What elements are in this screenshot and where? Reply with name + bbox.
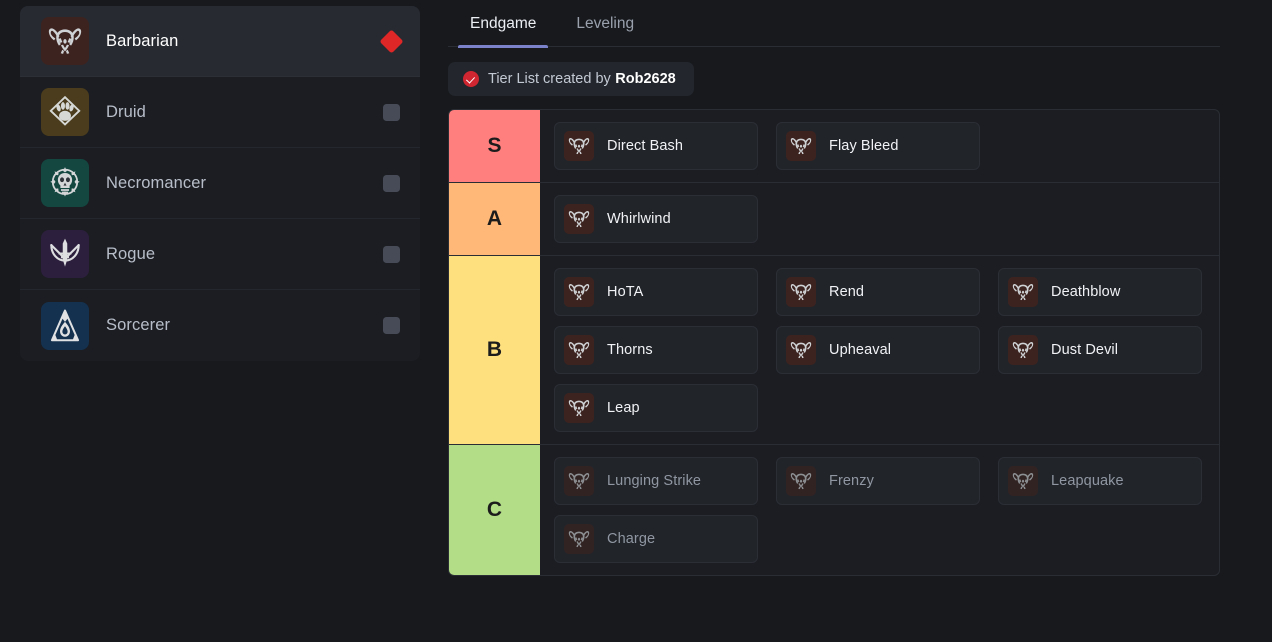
tier-items: HoTA Rend Deathblow Thorns	[540, 256, 1219, 444]
tier-items: Whirlwind	[540, 183, 1219, 255]
sidebar-item-label: Rogue	[106, 245, 155, 264]
unselected-square-icon	[383, 317, 400, 334]
tab-label: Leveling	[576, 15, 634, 33]
sidebar-item-barbarian[interactable]: Barbarian	[20, 6, 420, 77]
skill-name: HoTA	[607, 284, 643, 300]
skill-card[interactable]: Flay Bleed	[776, 122, 980, 170]
unselected-square-icon	[383, 175, 400, 192]
barbarian-helm-icon	[564, 466, 594, 496]
skill-card[interactable]: Thorns	[554, 326, 758, 374]
skill-card[interactable]: Leap	[554, 384, 758, 432]
sidebar-item-label: Barbarian	[106, 32, 178, 51]
tier-label-c: C	[449, 445, 540, 575]
sidebar-item-rogue[interactable]: Rogue	[20, 219, 420, 290]
skill-name: Rend	[829, 284, 864, 300]
skill-name: Frenzy	[829, 473, 874, 489]
sorcerer-flame-icon	[41, 302, 89, 350]
skill-name: Charge	[607, 531, 655, 547]
barbarian-helm-icon	[786, 131, 816, 161]
skill-name: Upheaval	[829, 342, 891, 358]
druid-claw-icon	[41, 88, 89, 136]
skill-name: Whirlwind	[607, 211, 671, 227]
tier-label-a: A	[449, 183, 540, 255]
skill-card[interactable]: HoTA	[554, 268, 758, 316]
class-sidebar: Barbarian Druid Necromancer	[20, 6, 420, 361]
skill-card[interactable]: Deathblow	[998, 268, 1202, 316]
tab-label: Endgame	[470, 15, 536, 33]
skill-card[interactable]: Frenzy	[776, 457, 980, 505]
barbarian-helm-icon	[564, 524, 594, 554]
rogue-crossbow-icon	[41, 230, 89, 278]
barbarian-helm-icon	[1008, 466, 1038, 496]
tier-list-credit: Tier List created by Rob2628	[448, 62, 694, 96]
class-selection-marker[interactable]	[383, 104, 400, 121]
tier-items: Lunging Strike Frenzy Leapquake Charge	[540, 445, 1219, 575]
sidebar-item-druid[interactable]: Druid	[20, 77, 420, 148]
tier-row-b: B HoTA Rend Deathblow	[449, 256, 1219, 445]
barbarian-helm-icon	[564, 204, 594, 234]
skill-card[interactable]: Direct Bash	[554, 122, 758, 170]
barbarian-helm-icon	[564, 335, 594, 365]
unselected-square-icon	[383, 246, 400, 263]
unselected-square-icon	[383, 104, 400, 121]
skill-name: Flay Bleed	[829, 138, 899, 154]
skill-card[interactable]: Leapquake	[998, 457, 1202, 505]
skill-name: Dust Devil	[1051, 342, 1118, 358]
skill-name: Deathblow	[1051, 284, 1120, 300]
sidebar-item-sorcerer[interactable]: Sorcerer	[20, 290, 420, 361]
tab-endgame[interactable]: Endgame	[450, 0, 556, 47]
tab-bar: Endgame Leveling	[448, 0, 1220, 47]
main-content: Endgame Leveling Tier List created by Rob…	[448, 0, 1220, 576]
barbarian-helm-icon	[786, 466, 816, 496]
barbarian-helm-icon	[41, 17, 89, 65]
class-selection-marker[interactable]	[383, 33, 400, 50]
selected-diamond-icon	[379, 29, 403, 53]
barbarian-helm-icon	[564, 393, 594, 423]
tier-list-table: S Direct Bash Flay BleedA WhirlwindB	[448, 109, 1220, 576]
tier-row-c: C Lunging Strike Frenzy Leapquake	[449, 445, 1219, 575]
tier-label-b: B	[449, 256, 540, 444]
barbarian-helm-icon	[1008, 335, 1038, 365]
skill-card[interactable]: Upheaval	[776, 326, 980, 374]
tier-items: Direct Bash Flay Bleed	[540, 110, 1219, 182]
sidebar-item-label: Druid	[106, 103, 146, 122]
skill-name: Direct Bash	[607, 138, 683, 154]
credit-prefix: Tier List created by	[488, 71, 611, 87]
skill-card[interactable]: Whirlwind	[554, 195, 758, 243]
tab-leveling[interactable]: Leveling	[556, 0, 654, 47]
sidebar-item-label: Necromancer	[106, 174, 206, 193]
credit-author: Rob2628	[615, 71, 675, 87]
tier-list-app: Barbarian Druid Necromancer	[0, 0, 1272, 642]
necromancer-skull-icon	[41, 159, 89, 207]
barbarian-helm-icon	[786, 335, 816, 365]
skill-card[interactable]: Lunging Strike	[554, 457, 758, 505]
barbarian-helm-icon	[564, 277, 594, 307]
tier-row-a: A Whirlwind	[449, 183, 1219, 256]
class-selection-marker[interactable]	[383, 246, 400, 263]
sidebar-item-necromancer[interactable]: Necromancer	[20, 148, 420, 219]
barbarian-helm-icon	[564, 131, 594, 161]
class-selection-marker[interactable]	[383, 317, 400, 334]
barbarian-helm-icon	[786, 277, 816, 307]
verified-check-icon	[463, 71, 479, 87]
barbarian-helm-icon	[1008, 277, 1038, 307]
skill-card[interactable]: Charge	[554, 515, 758, 563]
skill-name: Thorns	[607, 342, 653, 358]
credit-bar: Tier List created by Rob2628	[448, 47, 1220, 109]
class-selection-marker[interactable]	[383, 175, 400, 192]
skill-name: Leapquake	[1051, 473, 1124, 489]
skill-card[interactable]: Rend	[776, 268, 980, 316]
tier-label-s: S	[449, 110, 540, 182]
skill-name: Leap	[607, 400, 640, 416]
tier-row-s: S Direct Bash Flay Bleed	[449, 110, 1219, 183]
skill-card[interactable]: Dust Devil	[998, 326, 1202, 374]
sidebar-item-label: Sorcerer	[106, 316, 170, 335]
skill-name: Lunging Strike	[607, 473, 701, 489]
